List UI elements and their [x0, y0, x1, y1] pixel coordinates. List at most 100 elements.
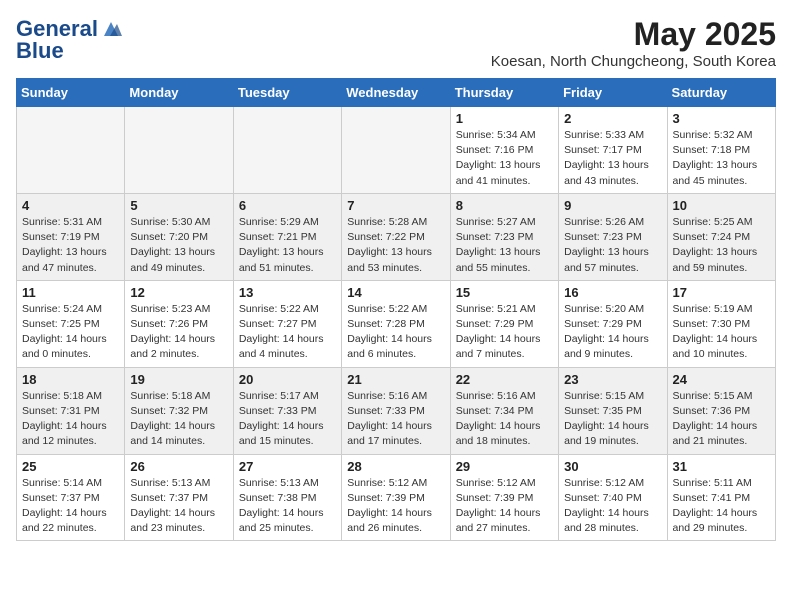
page-header: General Blue May 2025 Koesan, North Chun… [16, 16, 776, 70]
calendar-week-row: 4Sunrise: 5:31 AMSunset: 7:19 PMDaylight… [17, 193, 776, 280]
calendar-week-row: 11Sunrise: 5:24 AMSunset: 7:25 PMDayligh… [17, 280, 776, 367]
calendar-cell: 4Sunrise: 5:31 AMSunset: 7:19 PMDaylight… [17, 193, 125, 280]
day-number: 23 [564, 372, 661, 387]
day-header-wednesday: Wednesday [342, 79, 450, 107]
calendar-table: SundayMondayTuesdayWednesdayThursdayFrid… [16, 78, 776, 541]
calendar-cell: 31Sunrise: 5:11 AMSunset: 7:41 PMDayligh… [667, 454, 775, 541]
calendar-cell [125, 107, 233, 194]
day-info: Sunrise: 5:16 AMSunset: 7:33 PMDaylight:… [347, 389, 444, 450]
day-number: 7 [347, 198, 444, 213]
day-number: 3 [673, 111, 770, 126]
calendar-cell: 8 Sunrise: 5:27 AMSunset: 7:23 PMDaylight… [450, 193, 558, 280]
calendar-cell: 25 Sunrise: 5:14 AMSunset: 7:37 PMDayligh… [17, 454, 125, 541]
calendar-cell: 1 Sunrise: 5:34 AMSunset: 7:16 PMDaylight… [450, 107, 558, 194]
calendar-cell: 6 Sunrise: 5:29 AMSunset: 7:21 PMDaylight… [233, 193, 341, 280]
day-info: Sunrise: 5:26 AMSunset: 7:23 PMDaylight:… [564, 215, 661, 276]
calendar-cell: 2 Sunrise: 5:33 AMSunset: 7:17 PMDaylight… [559, 107, 667, 194]
day-number: 24 [673, 372, 770, 387]
day-number: 28 [347, 459, 444, 474]
calendar-cell: 10Sunrise: 5:25 AMSunset: 7:24 PMDayligh… [667, 193, 775, 280]
day-header-friday: Friday [559, 79, 667, 107]
day-number: 22 [456, 372, 553, 387]
day-info: Sunrise: 5:20 AMSunset: 7:29 PMDaylight:… [564, 302, 661, 363]
day-number: 4 [22, 198, 119, 213]
day-number: 12 [130, 285, 227, 300]
calendar-cell: 30 Sunrise: 5:12 AMSunset: 7:40 PMDayligh… [559, 454, 667, 541]
day-number: 5 [130, 198, 227, 213]
day-number: 13 [239, 285, 336, 300]
calendar-cell: 19 Sunrise: 5:18 AMSunset: 7:32 PMDayligh… [125, 367, 233, 454]
calendar-cell: 13 Sunrise: 5:22 AMSunset: 7:27 PMDayligh… [233, 280, 341, 367]
main-title: May 2025 [491, 16, 776, 53]
day-number: 6 [239, 198, 336, 213]
calendar-cell: 22 Sunrise: 5:16 AMSunset: 7:34 PMDayligh… [450, 367, 558, 454]
day-info: Sunrise: 5:12 AMSunset: 7:39 PMDaylight:… [347, 476, 444, 537]
day-info: Sunrise: 5:34 AMSunset: 7:16 PMDaylight:… [456, 128, 553, 189]
calendar-cell: 27Sunrise: 5:13 AMSunset: 7:38 PMDayligh… [233, 454, 341, 541]
calendar-cell: 28 Sunrise: 5:12 AMSunset: 7:39 PMDayligh… [342, 454, 450, 541]
day-info: Sunrise: 5:32 AMSunset: 7:18 PMDaylight:… [673, 128, 770, 189]
day-info: Sunrise: 5:14 AMSunset: 7:37 PMDaylight:… [22, 476, 119, 537]
day-number: 2 [564, 111, 661, 126]
day-header-thursday: Thursday [450, 79, 558, 107]
calendar-cell: 12 Sunrise: 5:23 AMSunset: 7:26 PMDayligh… [125, 280, 233, 367]
day-number: 15 [456, 285, 553, 300]
logo: General Blue [16, 16, 122, 64]
day-info: Sunrise: 5:33 AMSunset: 7:17 PMDaylight:… [564, 128, 661, 189]
day-number: 30 [564, 459, 661, 474]
day-info: Sunrise: 5:16 AMSunset: 7:34 PMDaylight:… [456, 389, 553, 450]
day-header-monday: Monday [125, 79, 233, 107]
day-info: Sunrise: 5:19 AMSunset: 7:30 PMDaylight:… [673, 302, 770, 363]
day-number: 9 [564, 198, 661, 213]
calendar-cell [342, 107, 450, 194]
day-info: Sunrise: 5:15 AMSunset: 7:36 PMDaylight:… [673, 389, 770, 450]
day-info: Sunrise: 5:30 AMSunset: 7:20 PMDaylight:… [130, 215, 227, 276]
day-info: Sunrise: 5:22 AMSunset: 7:27 PMDaylight:… [239, 302, 336, 363]
day-info: Sunrise: 5:22 AMSunset: 7:28 PMDaylight:… [347, 302, 444, 363]
day-number: 19 [130, 372, 227, 387]
day-info: Sunrise: 5:21 AMSunset: 7:29 PMDaylight:… [456, 302, 553, 363]
calendar-cell: 15 Sunrise: 5:21 AMSunset: 7:29 PMDayligh… [450, 280, 558, 367]
day-number: 27 [239, 459, 336, 474]
day-number: 18 [22, 372, 119, 387]
day-info: Sunrise: 5:23 AMSunset: 7:26 PMDaylight:… [130, 302, 227, 363]
day-number: 21 [347, 372, 444, 387]
day-info: Sunrise: 5:27 AMSunset: 7:23 PMDaylight:… [456, 215, 553, 276]
day-number: 25 [22, 459, 119, 474]
calendar-week-row: 18Sunrise: 5:18 AMSunset: 7:31 PMDayligh… [17, 367, 776, 454]
day-info: Sunrise: 5:17 AMSunset: 7:33 PMDaylight:… [239, 389, 336, 450]
day-number: 11 [22, 285, 119, 300]
calendar-cell: 21 Sunrise: 5:16 AMSunset: 7:33 PMDayligh… [342, 367, 450, 454]
day-info: Sunrise: 5:28 AMSunset: 7:22 PMDaylight:… [347, 215, 444, 276]
calendar-week-row: 25 Sunrise: 5:14 AMSunset: 7:37 PMDayligh… [17, 454, 776, 541]
calendar-cell: 9 Sunrise: 5:26 AMSunset: 7:23 PMDaylight… [559, 193, 667, 280]
day-header-saturday: Saturday [667, 79, 775, 107]
calendar-cell: 18Sunrise: 5:18 AMSunset: 7:31 PMDayligh… [17, 367, 125, 454]
day-number: 26 [130, 459, 227, 474]
calendar-cell: 7 Sunrise: 5:28 AMSunset: 7:22 PMDaylight… [342, 193, 450, 280]
day-info: Sunrise: 5:29 AMSunset: 7:21 PMDaylight:… [239, 215, 336, 276]
calendar-cell: 24 Sunrise: 5:15 AMSunset: 7:36 PMDayligh… [667, 367, 775, 454]
day-info: Sunrise: 5:18 AMSunset: 7:32 PMDaylight:… [130, 389, 227, 450]
calendar-cell: 26Sunrise: 5:13 AMSunset: 7:37 PMDayligh… [125, 454, 233, 541]
title-block: May 2025 Koesan, North Chungcheong, Sout… [491, 16, 776, 70]
calendar-cell: 14Sunrise: 5:22 AMSunset: 7:28 PMDayligh… [342, 280, 450, 367]
calendar-cell: 5 Sunrise: 5:30 AMSunset: 7:20 PMDaylight… [125, 193, 233, 280]
day-number: 8 [456, 198, 553, 213]
day-header-tuesday: Tuesday [233, 79, 341, 107]
day-info: Sunrise: 5:12 AMSunset: 7:40 PMDaylight:… [564, 476, 661, 537]
logo-blue: Blue [16, 38, 64, 64]
day-number: 17 [673, 285, 770, 300]
day-number: 16 [564, 285, 661, 300]
subtitle: Koesan, North Chungcheong, South Korea [491, 53, 776, 70]
logo-icon [100, 18, 122, 40]
day-number: 1 [456, 111, 553, 126]
day-number: 20 [239, 372, 336, 387]
day-info: Sunrise: 5:25 AMSunset: 7:24 PMDaylight:… [673, 215, 770, 276]
calendar-cell: 23 Sunrise: 5:15 AMSunset: 7:35 PMDayligh… [559, 367, 667, 454]
calendar-cell: 16 Sunrise: 5:20 AMSunset: 7:29 PMDayligh… [559, 280, 667, 367]
calendar-header-row: SundayMondayTuesdayWednesdayThursdayFrid… [17, 79, 776, 107]
calendar-cell: 11Sunrise: 5:24 AMSunset: 7:25 PMDayligh… [17, 280, 125, 367]
day-number: 29 [456, 459, 553, 474]
day-info: Sunrise: 5:15 AMSunset: 7:35 PMDaylight:… [564, 389, 661, 450]
